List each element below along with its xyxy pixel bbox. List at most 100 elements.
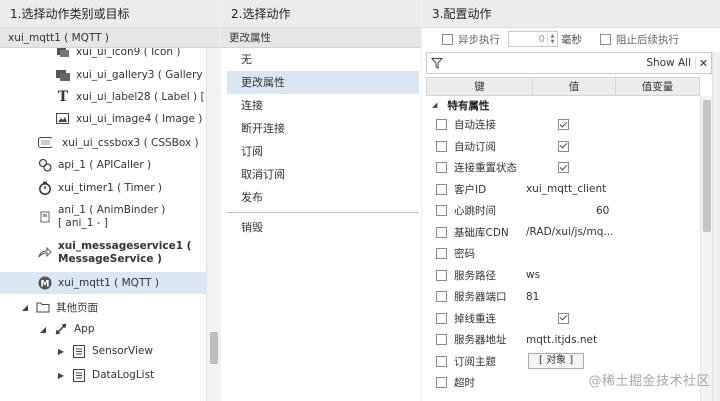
property-name: 自动连接	[454, 119, 496, 132]
tree-item-timer1[interactable]: xui_timer1 ( Timer )	[0, 176, 206, 200]
tree-item-ani1[interactable]: ani_1 ( AnimBinder )[ ani_1 - ]	[0, 202, 206, 232]
collapse-caret-icon[interactable]: ◢	[20, 302, 30, 312]
property-select-checkbox[interactable]	[435, 291, 447, 303]
property-value[interactable]	[526, 162, 700, 174]
property-name: 订阅主题	[454, 355, 496, 368]
expand-caret-icon[interactable]: ▶	[56, 370, 66, 380]
group-collapse-icon[interactable]: ◢	[432, 101, 437, 109]
action-divider	[227, 212, 419, 213]
async-checkbox[interactable]	[442, 33, 453, 45]
property-select-checkbox[interactable]	[435, 312, 447, 324]
property-value-checkbox[interactable]	[558, 140, 569, 152]
tree-scrollbar-thumb[interactable]	[210, 332, 218, 364]
property-select-checkbox[interactable]	[435, 377, 447, 389]
property-grid-scrollbar[interactable]	[700, 96, 712, 401]
property-value[interactable]	[526, 140, 700, 152]
show-all-button[interactable]: Show All	[646, 57, 695, 69]
tree-item-label28[interactable]: T xui_ui_label28 ( Label ) [ C	[0, 86, 206, 108]
action-item-publish[interactable]: 发布	[227, 186, 419, 209]
property-value-checkbox[interactable]	[558, 162, 569, 174]
property-select-checkbox[interactable]	[435, 140, 447, 152]
property-row[interactable]: 掉线重连	[426, 308, 700, 330]
action-item-unsubscribe[interactable]: 取消订阅	[227, 163, 419, 186]
property-value-checkbox[interactable]	[558, 312, 569, 324]
gallery-icon	[56, 68, 70, 82]
property-row[interactable]: 服务器地址 mqtt.itjds.net	[426, 329, 700, 351]
property-group[interactable]: ◢ 特有属性	[426, 96, 700, 114]
property-name: 客户ID	[454, 183, 487, 196]
tree-item-messageservice1[interactable]: xui_messageservice1 (MessageService )	[0, 238, 206, 268]
property-value-checkbox[interactable]	[558, 119, 569, 131]
property-value[interactable]: ws	[526, 269, 700, 281]
filter-icon[interactable]	[427, 57, 447, 69]
property-select-checkbox[interactable]	[435, 248, 447, 260]
property-select-checkbox[interactable]	[435, 205, 447, 217]
property-select-checkbox[interactable]	[435, 226, 447, 238]
delay-stepper[interactable]: 0 ▲ ▼	[508, 31, 558, 47]
property-row[interactable]: 服务路径 ws	[426, 265, 700, 287]
block-checkbox[interactable]	[600, 33, 611, 45]
action-item-subscribe[interactable]: 订阅	[227, 140, 419, 163]
tree-item-sensorview[interactable]: ▶ SensorView	[0, 340, 206, 362]
property-value[interactable]	[526, 312, 700, 324]
column-value: 值	[533, 78, 616, 95]
tree-item-api1[interactable]: api_1 ( APICaller )	[0, 154, 206, 176]
property-grid-header: 键 值 值变量	[426, 77, 700, 96]
config-toolbar: 异步执行 0 ▲ ▼ 毫秒 阻止后续执行	[422, 28, 720, 50]
anim-binder-icon	[38, 210, 52, 224]
tree-item-other-pages[interactable]: ◢ 其他页面	[0, 296, 206, 318]
property-row[interactable]: 连接重置状态	[426, 157, 700, 179]
action-item-none[interactable]: 无	[227, 48, 419, 71]
collapse-caret-icon[interactable]: ◢	[38, 324, 48, 334]
block-label: 阻止后续执行	[616, 33, 679, 46]
property-value[interactable]: [ 对象 ]	[526, 353, 700, 370]
tree-item-mqtt1[interactable]: M xui_mqtt1 ( MQTT )	[0, 272, 206, 294]
action-item-connect[interactable]: 连接	[227, 94, 419, 117]
property-row[interactable]: 订阅主题 [ 对象 ]	[426, 351, 700, 373]
property-select-checkbox[interactable]	[435, 183, 447, 195]
property-name: 服务器端口	[454, 291, 507, 304]
property-value[interactable]: xui_mqtt_client	[526, 183, 700, 195]
property-value[interactable]	[526, 119, 700, 131]
text-icon: T	[57, 89, 69, 105]
property-row[interactable]: 自动订阅	[426, 136, 700, 158]
tree-item-cssbox3[interactable]: xui_ui_cssbox3 ( CSSBox )	[0, 132, 206, 154]
expand-icon	[54, 322, 68, 336]
image-stack-icon	[56, 48, 70, 59]
property-value[interactable]: mqtt.itjds.net	[526, 334, 700, 346]
property-row[interactable]: 心跳时间 60	[426, 200, 700, 222]
property-select-checkbox[interactable]	[435, 355, 447, 367]
property-row[interactable]: 客户ID xui_mqtt_client	[426, 179, 700, 201]
expand-caret-icon[interactable]: ▶	[56, 346, 66, 356]
message-service-icon	[38, 246, 52, 260]
property-name: 连接重置状态	[454, 162, 517, 175]
tree-item-icon9[interactable]: xui_ui_icon9 ( Icon )	[0, 48, 206, 60]
tree-item-image4[interactable]: xui_ui_image4 ( Image )	[0, 108, 206, 130]
property-row[interactable]: 服务器端口 81	[426, 286, 700, 308]
property-row[interactable]: 自动连接	[426, 114, 700, 136]
property-select-checkbox[interactable]	[435, 119, 447, 131]
property-row[interactable]: 基础库CDN/RAD/xui/js/mq...	[426, 222, 700, 244]
property-value[interactable]: 60	[526, 205, 700, 217]
property-select-checkbox[interactable]	[435, 162, 447, 174]
action-item-change-property[interactable]: 更改属性	[227, 71, 419, 94]
target-tree: xui_ui_icon9 ( Icon ) xui_ui_gallery3 ( …	[0, 48, 206, 401]
property-select-checkbox[interactable]	[435, 269, 447, 281]
tree-scrollbar[interactable]	[206, 48, 220, 401]
clear-filter-icon[interactable]: ✕	[695, 56, 711, 70]
action-item-disconnect[interactable]: 断开连接	[227, 117, 419, 140]
property-grid-scrollbar-thumb[interactable]	[703, 100, 711, 232]
action-item-destroy[interactable]: 销毁	[227, 216, 419, 239]
property-row[interactable]: 密码	[426, 243, 700, 265]
tree-item-dataloglist[interactable]: ▶ DataLogList	[0, 364, 206, 386]
tree-item-app[interactable]: ◢ App	[0, 318, 206, 340]
panel-edge-bar	[712, 52, 720, 401]
object-editor-button[interactable]: [ 对象 ]	[528, 353, 585, 370]
property-value[interactable]: /RAD/xui/js/mq...	[526, 226, 700, 238]
tree-item-gallery3[interactable]: xui_ui_gallery3 ( Gallery )	[0, 64, 206, 86]
filter-bar: Show All ✕	[426, 52, 712, 74]
property-value[interactable]: 81	[526, 291, 700, 303]
stepper-arrows-icon[interactable]: ▲ ▼	[547, 32, 557, 46]
action-list: 无 更改属性 连接 断开连接 订阅 取消订阅 发布 销毁	[227, 48, 419, 239]
property-select-checkbox[interactable]	[435, 334, 447, 346]
